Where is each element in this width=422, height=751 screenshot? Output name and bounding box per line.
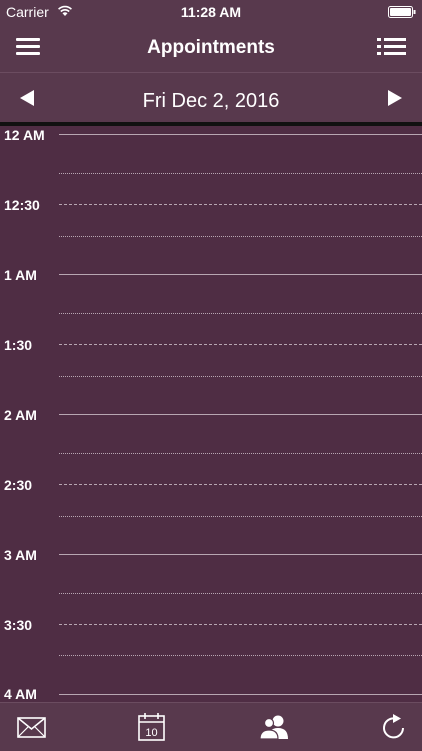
- quarter-line: [59, 313, 422, 314]
- envelope-icon: [17, 717, 46, 738]
- half-hour-line: [59, 484, 422, 485]
- calendar-icon: 10: [138, 713, 165, 741]
- hour-line: [59, 134, 422, 135]
- quarter-line: [59, 453, 422, 454]
- quarter-line: [59, 655, 422, 656]
- half-hour-line: [59, 624, 422, 625]
- list-icon: [377, 38, 406, 55]
- tab-contacts[interactable]: [258, 712, 290, 742]
- status-bar: Carrier 11:28 AM: [0, 0, 422, 24]
- calendar-day-number: 10: [145, 727, 157, 739]
- hour-line: [59, 414, 422, 415]
- time-slot-label: 3:30: [4, 617, 33, 633]
- right-arrow-icon: [388, 90, 402, 106]
- time-slot-label: 4 AM: [4, 686, 37, 702]
- quarter-line: [59, 236, 422, 237]
- time-slot-label: 3 AM: [4, 547, 37, 563]
- refresh-button[interactable]: [378, 712, 410, 742]
- time-slot-label: 12 AM: [4, 127, 45, 143]
- date-bar: Fri Dec 2, 2016: [0, 73, 422, 124]
- page-title: Appointments: [147, 37, 275, 58]
- quarter-line: [59, 376, 422, 377]
- time-slot-label: 2:30: [4, 477, 33, 493]
- quarter-line: [59, 593, 422, 594]
- hour-line: [59, 554, 422, 555]
- quarter-line: [59, 173, 422, 174]
- tab-messages[interactable]: [16, 712, 48, 742]
- time-slot-label: 1 AM: [4, 267, 37, 283]
- nav-bar: Appointments: [0, 24, 422, 73]
- day-schedule[interactable]: 12 AM 12:30 1 AM 1:30 2 AM 2:30 3 AM 3:3…: [0, 126, 422, 702]
- contacts-icon: [259, 715, 288, 740]
- time-slot-label: 12:30: [4, 197, 40, 213]
- time-slot-label: 2 AM: [4, 407, 37, 423]
- tab-bar: 10: [0, 702, 422, 751]
- hour-line: [59, 694, 422, 695]
- half-hour-line: [59, 344, 422, 345]
- list-view-button[interactable]: [376, 34, 408, 60]
- next-day-button[interactable]: [384, 87, 406, 109]
- battery-icon: [388, 6, 416, 18]
- refresh-icon: [383, 714, 404, 739]
- current-date: Fri Dec 2, 2016: [142, 90, 280, 112]
- quarter-line: [59, 516, 422, 517]
- time-slot-label: 1:30: [4, 337, 33, 353]
- half-hour-line: [59, 204, 422, 205]
- tab-calendar[interactable]: 10: [136, 712, 168, 742]
- status-time: 11:28 AM: [180, 4, 242, 20]
- hour-line: [59, 274, 422, 275]
